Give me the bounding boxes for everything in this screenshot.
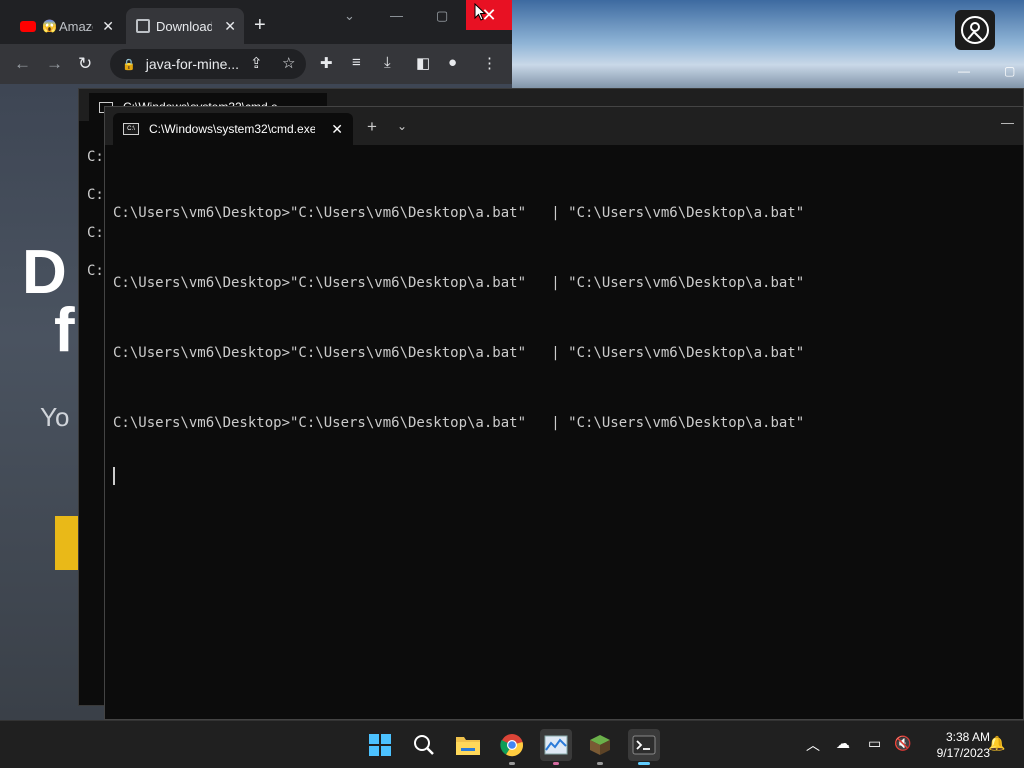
share-icon[interactable]: ⇪: [250, 54, 263, 72]
chevron-down-icon[interactable]: ⌄: [344, 8, 355, 24]
file-explorer-icon[interactable]: [452, 729, 484, 761]
cmd-icon: C:\: [123, 123, 139, 135]
profile-icon[interactable]: ●: [448, 54, 457, 71]
minecraft-icon[interactable]: [584, 729, 616, 765]
maximize-icon[interactable]: ▢: [1004, 64, 1015, 78]
user-avatar-icon[interactable]: [955, 10, 995, 50]
clock-date: 9/17/2023: [936, 746, 990, 760]
terminal-window: C:\ C:\Windows\system32\cmd.exe ✕ + ⌄ — …: [104, 106, 1024, 720]
address-bar[interactable]: 🔒 java-for-mine...: [110, 49, 306, 79]
minimize-icon[interactable]: —: [390, 8, 403, 23]
emoji-icon: 😱: [42, 19, 57, 33]
text-cursor: [113, 467, 115, 485]
browser-tab-label: Download: [156, 18, 212, 34]
close-tab-icon[interactable]: ✕: [102, 18, 114, 35]
minimize-icon[interactable]: —: [1001, 115, 1014, 130]
clock-time: 3:38 AM: [945, 730, 990, 744]
new-tab-button[interactable]: +: [254, 14, 266, 37]
terminal-line: C:\Users\vm6\Desktop>"C:\Users\vm6\Deskt…: [113, 345, 805, 361]
taskbar: ︿ ☁ ▭ 🔇 3:38 AM 9/17/2023 🔔: [0, 720, 1024, 768]
mouse-pointer-icon: [474, 3, 486, 21]
chevron-up-icon[interactable]: ︿: [806, 735, 820, 755]
forward-arrow-icon[interactable]: →: [46, 54, 63, 74]
hero-subtitle: Yo: [40, 402, 70, 432]
terminal-tabbar: C:\ C:\Windows\system32\cmd.exe ✕ + ⌄ —: [105, 107, 1023, 145]
browser-tab[interactable]: 😱 Amazon ✕: [12, 8, 122, 44]
cmd-back-output: C: C: C: C:: [87, 149, 104, 279]
new-tab-button[interactable]: +: [367, 117, 377, 137]
download-icon[interactable]: ⤓: [384, 54, 391, 71]
windows-start-icon[interactable]: [364, 729, 396, 761]
minimize-icon[interactable]: —: [958, 64, 970, 78]
chrome-toolbar: ← → ↻ 🔒 java-for-mine... ⇪ ☆ ✚ ≡ ⤓ ◧ ● ⋮: [0, 44, 512, 84]
url-text: java-for-mine...: [145, 56, 240, 72]
maximize-icon[interactable]: ▢: [436, 8, 448, 24]
terminal-output[interactable]: C:\Users\vm6\Desktop>"C:\Users\vm6\Deskt…: [113, 173, 804, 517]
chrome-icon[interactable]: [496, 729, 528, 765]
chrome-tab-strip: 😱 Amazon ✕ Download ✕ + ⌄ — ▢ ✕: [0, 0, 512, 48]
notification-bell-icon[interactable]: 🔔: [988, 735, 1005, 752]
browser-tab-active[interactable]: Download ✕: [126, 8, 244, 44]
box-icon: [136, 19, 150, 33]
media-icon[interactable]: ≡: [352, 54, 361, 71]
terminal-icon[interactable]: [628, 729, 660, 765]
extensions-icon[interactable]: ✚: [320, 54, 333, 72]
search-icon[interactable]: [408, 729, 440, 761]
task-manager-icon[interactable]: [540, 729, 572, 765]
side-panel-icon[interactable]: ◧: [416, 54, 430, 72]
system-clock[interactable]: 3:38 AM 9/17/2023: [918, 729, 990, 761]
terminal-line: C:\Users\vm6\Desktop>"C:\Users\vm6\Deskt…: [113, 275, 805, 291]
terminal-tab[interactable]: C:\ C:\Windows\system32\cmd.exe ✕: [113, 113, 353, 145]
browser-tab-label: Amazon: [58, 18, 93, 34]
close-window-button[interactable]: ✕: [466, 0, 512, 30]
lock-icon: 🔒: [122, 58, 136, 71]
network-icon[interactable]: ▭: [868, 735, 881, 752]
close-tab-icon[interactable]: ✕: [224, 18, 236, 35]
volume-muted-icon[interactable]: 🔇: [894, 735, 911, 752]
hero-title: D f: [22, 238, 75, 365]
terminal-line: C:\Users\vm6\Desktop>"C:\Users\vm6\Deskt…: [113, 415, 805, 431]
terminal-tab-title: C:\Windows\system32\cmd.exe: [149, 122, 315, 136]
chevron-down-icon[interactable]: ⌄: [397, 119, 407, 133]
more-menu-icon[interactable]: ⋮: [482, 54, 497, 72]
star-icon[interactable]: ☆: [282, 54, 295, 72]
close-tab-icon[interactable]: ✕: [331, 121, 343, 138]
terminal-line: C:\Users\vm6\Desktop>"C:\Users\vm6\Deskt…: [113, 205, 805, 221]
youtube-icon: [20, 20, 36, 32]
onedrive-icon[interactable]: ☁: [836, 735, 850, 752]
reload-icon[interactable]: ↻: [78, 54, 92, 74]
back-arrow-icon[interactable]: ←: [14, 54, 31, 74]
